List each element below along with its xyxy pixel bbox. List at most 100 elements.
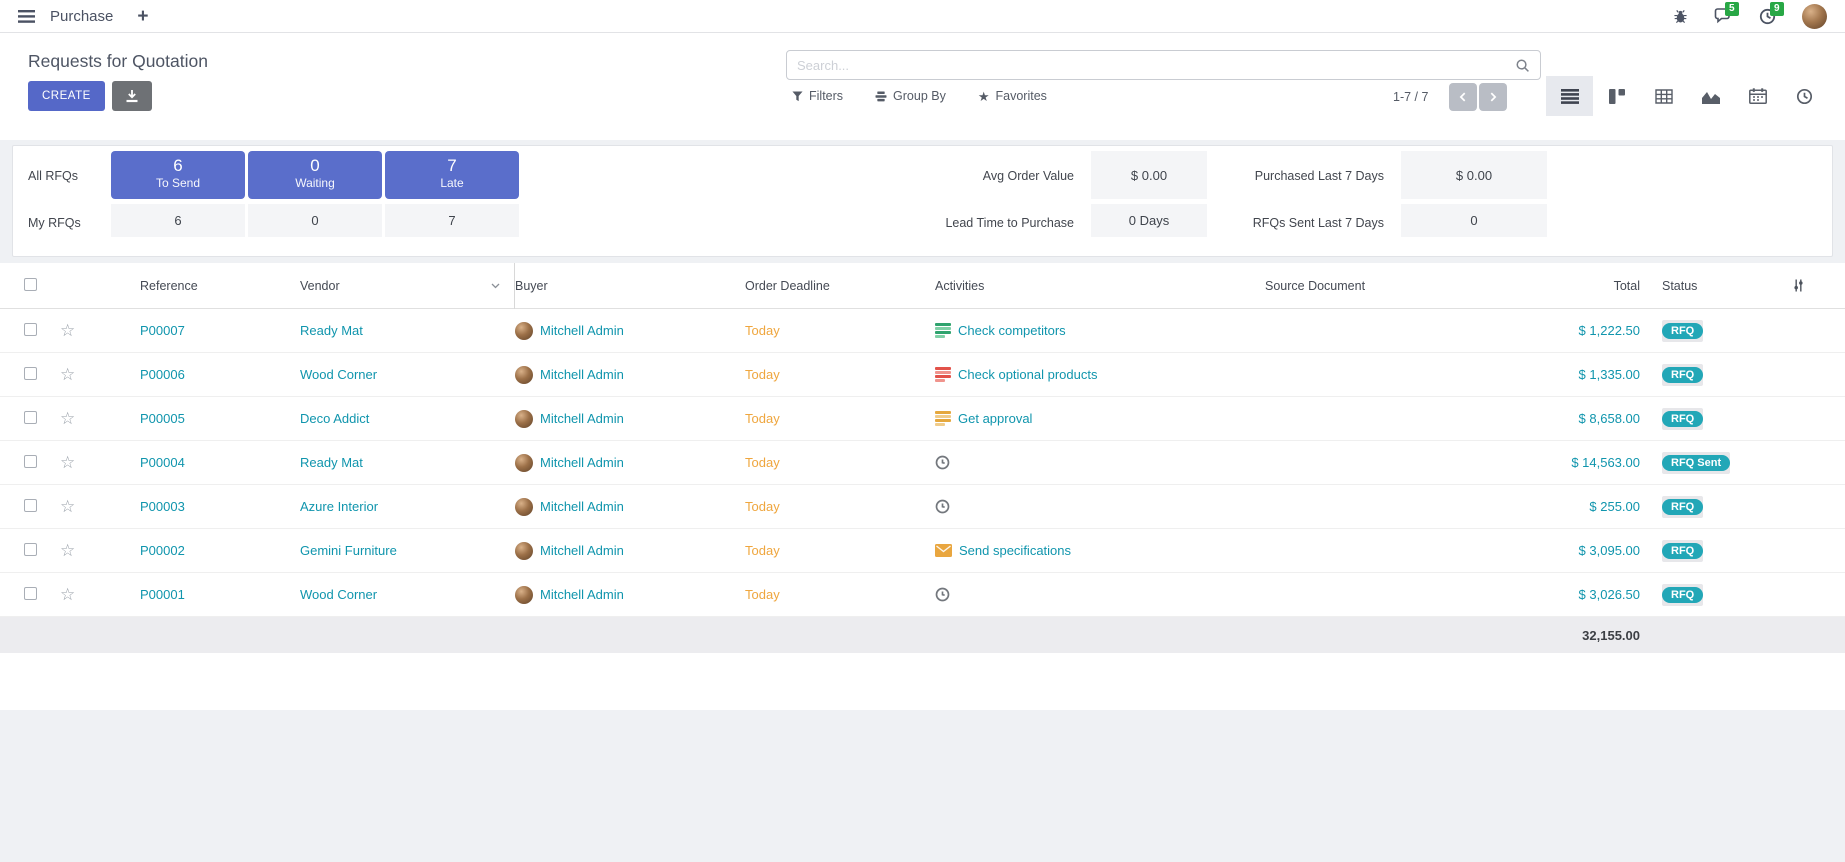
list-view-button[interactable] [1546, 76, 1593, 116]
search-icon[interactable] [1515, 58, 1530, 73]
buyer-link[interactable]: Mitchell Admin [540, 367, 624, 382]
pager-previous-button[interactable] [1449, 83, 1477, 111]
row-total: $ 3,026.50 [1555, 587, 1640, 602]
row-checkbox[interactable] [24, 323, 37, 336]
all-rfqs-label: All RFQs [28, 169, 78, 183]
buyer-link[interactable]: Mitchell Admin [540, 455, 624, 470]
activity-clock-icon[interactable] [935, 499, 950, 514]
activity-link[interactable]: Send specifications [959, 543, 1071, 558]
row-checkbox[interactable] [24, 587, 37, 600]
header-status[interactable]: Status [1662, 279, 1782, 293]
order-deadline-text: Today [745, 323, 780, 338]
purchased-last-7-days-value[interactable]: $ 0.00 [1401, 151, 1547, 199]
buyer-link[interactable]: Mitchell Admin [540, 543, 624, 558]
late-card[interactable]: 7 Late [385, 151, 519, 199]
vendor-link[interactable]: Gemini Furniture [300, 543, 397, 558]
favorite-star-icon[interactable]: ☆ [60, 453, 75, 472]
vendor-link[interactable]: Azure Interior [300, 499, 378, 514]
row-checkbox[interactable] [24, 367, 37, 380]
header-vendor[interactable]: Vendor [300, 263, 515, 309]
reference-link[interactable]: P00002 [140, 543, 185, 558]
activity-tasks-icon[interactable] [935, 411, 951, 426]
activity-tasks-icon[interactable] [935, 323, 951, 338]
pager-next-button[interactable] [1479, 83, 1507, 111]
optional-columns-icon[interactable] [1792, 279, 1805, 292]
my-to-send-count[interactable]: 6 [111, 204, 245, 237]
reference-link[interactable]: P00003 [140, 499, 185, 514]
activity-link[interactable]: Check optional products [958, 367, 1097, 382]
header-activities[interactable]: Activities [935, 279, 1265, 293]
favorite-star-icon[interactable]: ☆ [60, 541, 75, 560]
activity-clock-icon[interactable] [935, 587, 950, 602]
reference-link[interactable]: P00006 [140, 367, 185, 382]
kanban-view-icon [1609, 89, 1625, 104]
vendor-link[interactable]: Wood Corner [300, 587, 377, 602]
activities-clock-icon[interactable]: 9 [1759, 8, 1776, 25]
header-source-document[interactable]: Source Document [1265, 279, 1555, 293]
reference-link[interactable]: P00004 [140, 455, 185, 470]
purchased-last-7-days-label: Purchased Last 7 Days [1183, 169, 1384, 183]
debug-bug-icon[interactable] [1673, 9, 1688, 24]
buyer-link[interactable]: Mitchell Admin [540, 411, 624, 426]
activity-clock-icon[interactable] [935, 455, 950, 470]
row-checkbox[interactable] [24, 543, 37, 556]
activity-mail-icon[interactable] [935, 544, 952, 557]
activity-link[interactable]: Check competitors [958, 323, 1066, 338]
messages-icon[interactable]: 5 [1714, 8, 1733, 24]
activity-tasks-icon[interactable] [935, 367, 951, 382]
buyer-avatar [515, 454, 533, 472]
app-name-menu[interactable]: Purchase [50, 8, 113, 25]
header-order-deadline[interactable]: Order Deadline [745, 279, 935, 293]
apps-menu-icon[interactable] [18, 10, 35, 23]
select-all-checkbox[interactable] [24, 278, 37, 291]
favorite-star-icon[interactable]: ☆ [60, 585, 75, 604]
favorite-star-icon[interactable]: ☆ [60, 365, 75, 384]
reference-link[interactable]: P00005 [140, 411, 185, 426]
table-header-row: Reference Vendor Buyer Order Deadline Ac… [0, 263, 1845, 309]
vendor-link[interactable]: Deco Addict [300, 411, 369, 426]
favorite-star-icon[interactable]: ☆ [60, 321, 75, 340]
buyer-link[interactable]: Mitchell Admin [540, 323, 624, 338]
rfqs-sent-last-7-days-value[interactable]: 0 [1401, 204, 1547, 237]
row-checkbox[interactable] [24, 499, 37, 512]
header-total[interactable]: Total [1555, 279, 1640, 293]
favorite-star-icon[interactable]: ☆ [60, 497, 75, 516]
vendor-link[interactable]: Ready Mat [300, 455, 363, 470]
pivot-view-button[interactable] [1640, 76, 1687, 116]
my-late-count[interactable]: 7 [385, 204, 519, 237]
waiting-card[interactable]: 0 Waiting [248, 151, 382, 199]
user-avatar[interactable] [1802, 4, 1827, 29]
status-badge: RFQ [1662, 364, 1703, 386]
reference-link[interactable]: P00001 [140, 587, 185, 602]
filters-button[interactable]: Filters [792, 89, 843, 103]
reference-link[interactable]: P00007 [140, 323, 185, 338]
new-tab-plus-button[interactable]: + [137, 7, 148, 26]
search-bar [786, 50, 1541, 80]
pivot-view-icon [1655, 89, 1673, 104]
row-checkbox[interactable] [24, 455, 37, 468]
table-row: ☆ P00004 Ready Mat Mitchell Admin Today … [0, 441, 1845, 485]
buyer-link[interactable]: Mitchell Admin [540, 587, 624, 602]
buyer-link[interactable]: Mitchell Admin [540, 499, 624, 514]
filter-funnel-icon [792, 91, 803, 102]
create-button[interactable]: CREATE [28, 81, 105, 111]
favorite-star-icon[interactable]: ☆ [60, 409, 75, 428]
export-download-button[interactable] [112, 81, 152, 111]
row-total: $ 3,095.00 [1555, 543, 1640, 558]
header-buyer[interactable]: Buyer [515, 279, 745, 293]
table-row: ☆ P00001 Wood Corner Mitchell Admin Toda… [0, 573, 1845, 617]
vendor-link[interactable]: Ready Mat [300, 323, 363, 338]
my-waiting-count[interactable]: 0 [248, 204, 382, 237]
to-send-card[interactable]: 6 To Send [111, 151, 245, 199]
graph-view-button[interactable] [1687, 76, 1734, 116]
kanban-view-button[interactable] [1593, 76, 1640, 116]
header-reference[interactable]: Reference [110, 279, 300, 293]
row-checkbox[interactable] [24, 411, 37, 424]
group-by-button[interactable]: Group By [875, 89, 946, 103]
vendor-link[interactable]: Wood Corner [300, 367, 377, 382]
favorites-button[interactable]: ★ Favorites [978, 89, 1047, 103]
search-input[interactable] [797, 58, 1515, 73]
activity-link[interactable]: Get approval [958, 411, 1032, 426]
calendar-view-button[interactable] [1734, 76, 1781, 116]
activity-view-button[interactable] [1781, 76, 1828, 116]
